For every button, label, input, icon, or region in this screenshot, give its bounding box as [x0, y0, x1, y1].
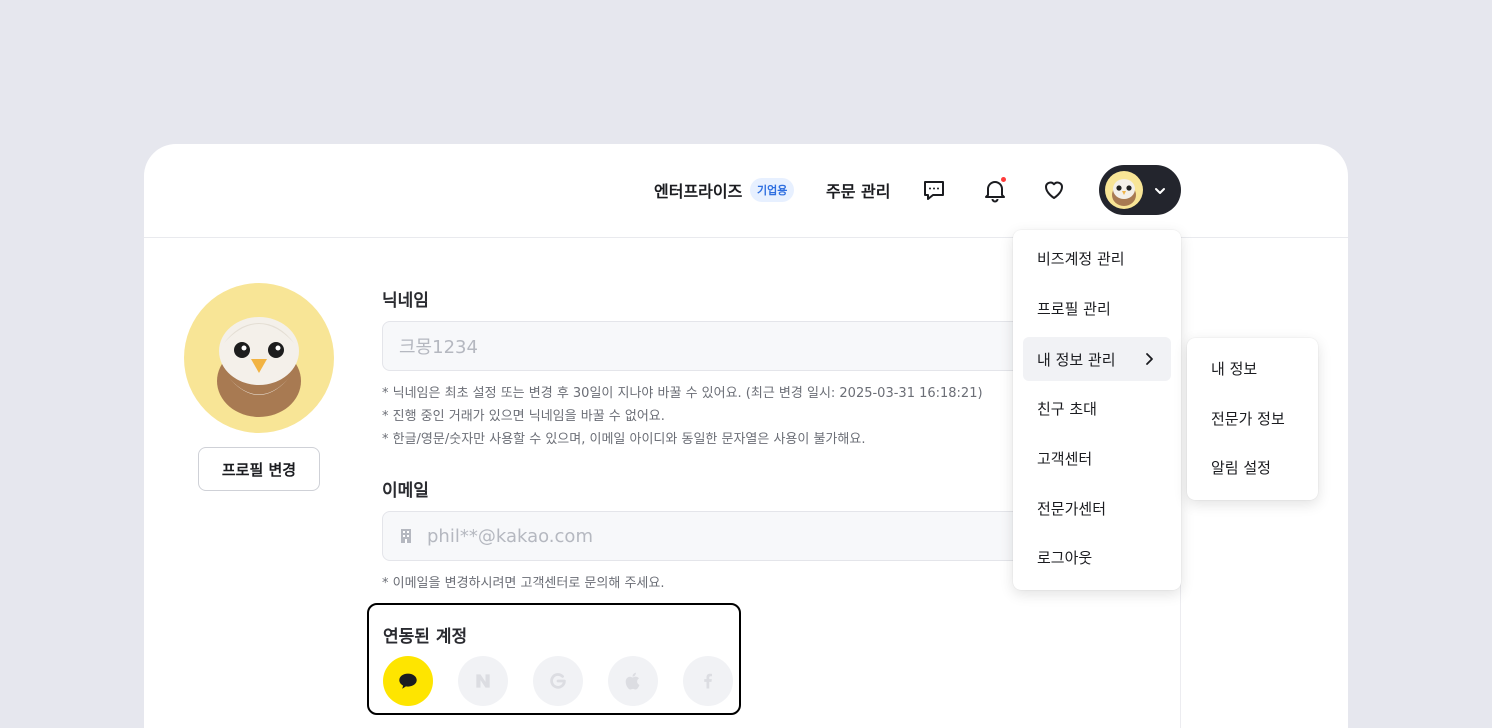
menu-item-my-info[interactable]: 내 정보 관리 [1023, 337, 1171, 381]
email-value: phil**@kakao.com [427, 525, 593, 547]
menu-item-biz-account[interactable]: 비즈계정 관리 [1023, 236, 1171, 280]
submenu-item-my-info[interactable]: 내 정보 [1197, 346, 1308, 390]
window-frame: 엔터프라이즈 기업용 주문 관리 프로필 변경 닉네임 크몽1234 * 닉네임… [0, 0, 1492, 728]
menu-item-expert-center[interactable]: 전문가센터 [1023, 486, 1171, 530]
my-info-submenu: 내 정보 전문가 정보 알림 설정 [1187, 338, 1318, 500]
bell-icon[interactable] [982, 177, 1008, 203]
nav-orders-link[interactable]: 주문 관리 [826, 178, 890, 202]
facebook-login-icon[interactable] [683, 656, 733, 706]
submenu-item-expert-info[interactable]: 전문가 정보 [1197, 396, 1308, 440]
notification-dot [1001, 177, 1006, 182]
nickname-hint-2: * 진행 중인 거래가 있으면 닉네임을 바꿀 수 없어요. [382, 409, 665, 424]
nickname-hint-1: * 닉네임은 최초 설정 또는 변경 후 30일이 지나야 바꿀 수 있어요. … [382, 386, 983, 401]
nickname-label: 닉네임 [382, 291, 429, 311]
menu-item-profile[interactable]: 프로필 관리 [1023, 286, 1171, 330]
change-profile-button[interactable]: 프로필 변경 [198, 447, 320, 491]
nickname-hint-3: * 한글/영문/숫자만 사용할 수 있으며, 이메일 아이디와 동일한 문자열은… [382, 432, 866, 447]
heart-icon[interactable] [1041, 177, 1067, 203]
menu-item-customer-center[interactable]: 고객센터 [1023, 436, 1171, 480]
linked-accounts-section: 연동된 계정 [367, 603, 741, 715]
linked-accounts-label: 연동된 계정 [383, 627, 468, 647]
kakao-login-icon[interactable] [383, 656, 433, 706]
menu-item-invite-friends[interactable]: 친구 초대 [1023, 386, 1171, 430]
google-login-icon[interactable] [533, 656, 583, 706]
email-input: phil**@kakao.com [382, 511, 1102, 561]
submenu-item-notification-settings[interactable]: 알림 설정 [1197, 445, 1308, 489]
nav-enterprise-link[interactable]: 엔터프라이즈 [654, 178, 742, 202]
profile-dropdown-menu: 비즈계정 관리 프로필 관리 내 정보 관리 친구 초대 고객센터 전문가센터 … [1013, 230, 1181, 590]
nickname-placeholder: 크몽1234 [399, 337, 478, 358]
chevron-right-icon [1143, 352, 1155, 366]
building-icon [399, 528, 413, 544]
menu-item-my-info-label: 내 정보 관리 [1037, 350, 1116, 369]
profile-menu-toggle[interactable] [1099, 165, 1181, 215]
naver-login-icon[interactable] [458, 656, 508, 706]
avatar-small [1105, 171, 1143, 209]
menu-item-logout[interactable]: 로그아웃 [1023, 535, 1171, 579]
email-hint: * 이메일을 변경하시려면 고객센터로 문의해 주세요. [382, 576, 665, 591]
nickname-input[interactable]: 크몽1234 [382, 321, 1102, 371]
enterprise-badge: 기업용 [750, 178, 795, 202]
email-label: 이메일 [382, 481, 429, 501]
profile-avatar [184, 283, 334, 433]
apple-login-icon[interactable] [608, 656, 658, 706]
message-icon[interactable] [921, 177, 947, 203]
chevron-down-icon [1153, 183, 1167, 197]
top-header: 엔터프라이즈 기업용 주문 관리 [144, 144, 1348, 238]
